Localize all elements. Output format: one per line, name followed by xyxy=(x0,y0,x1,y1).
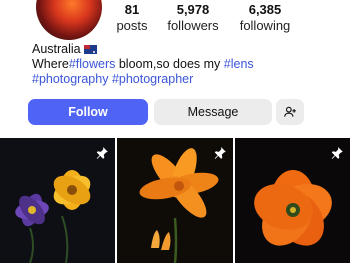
post-thumbnail[interactable] xyxy=(117,138,233,263)
bio-location-row: Australia xyxy=(32,42,254,57)
pin-icon xyxy=(331,147,343,159)
post-thumbnail[interactable] xyxy=(235,138,350,263)
bio-tagline-row: Where#flowers bloom,so does my #lens xyxy=(32,57,254,72)
bio-location: Australia xyxy=(32,42,81,56)
followers-count: 5,978 xyxy=(176,2,210,17)
following-label: following xyxy=(239,18,291,33)
hashtag-link[interactable]: #lens xyxy=(224,57,254,71)
profile-stats: 81 posts 5,978 followers 6,385 following xyxy=(0,2,350,36)
pin-icon xyxy=(96,147,108,159)
bio-text: bloom,so does my xyxy=(115,57,224,71)
following-count: 6,385 xyxy=(248,2,282,17)
bio-hashtags-row: #photography #photographer xyxy=(32,72,254,87)
pin-icon xyxy=(214,147,226,159)
post-grid xyxy=(0,138,350,263)
hashtag-link[interactable]: #flowers xyxy=(69,57,116,71)
bio-text: Where xyxy=(32,57,69,71)
australia-flag-icon xyxy=(83,45,97,54)
followers-label: followers xyxy=(167,18,219,33)
follow-button[interactable]: Follow xyxy=(28,99,148,125)
hashtag-link[interactable]: #photographer xyxy=(112,72,193,86)
profile-bio: Australia Where#flowers bloom,so does my… xyxy=(32,42,254,87)
followers-stat[interactable]: 5,978 followers xyxy=(164,2,222,34)
posts-stat[interactable]: 81 posts xyxy=(112,2,152,34)
post-thumbnail[interactable] xyxy=(0,138,115,263)
posts-count: 81 xyxy=(124,2,140,17)
following-stat[interactable]: 6,385 following xyxy=(236,2,294,34)
add-user-button[interactable] xyxy=(276,99,304,125)
posts-label: posts xyxy=(116,18,148,33)
person-add-icon xyxy=(284,106,296,117)
message-button[interactable]: Message xyxy=(154,99,272,125)
hashtag-link[interactable]: #photography xyxy=(32,72,108,86)
